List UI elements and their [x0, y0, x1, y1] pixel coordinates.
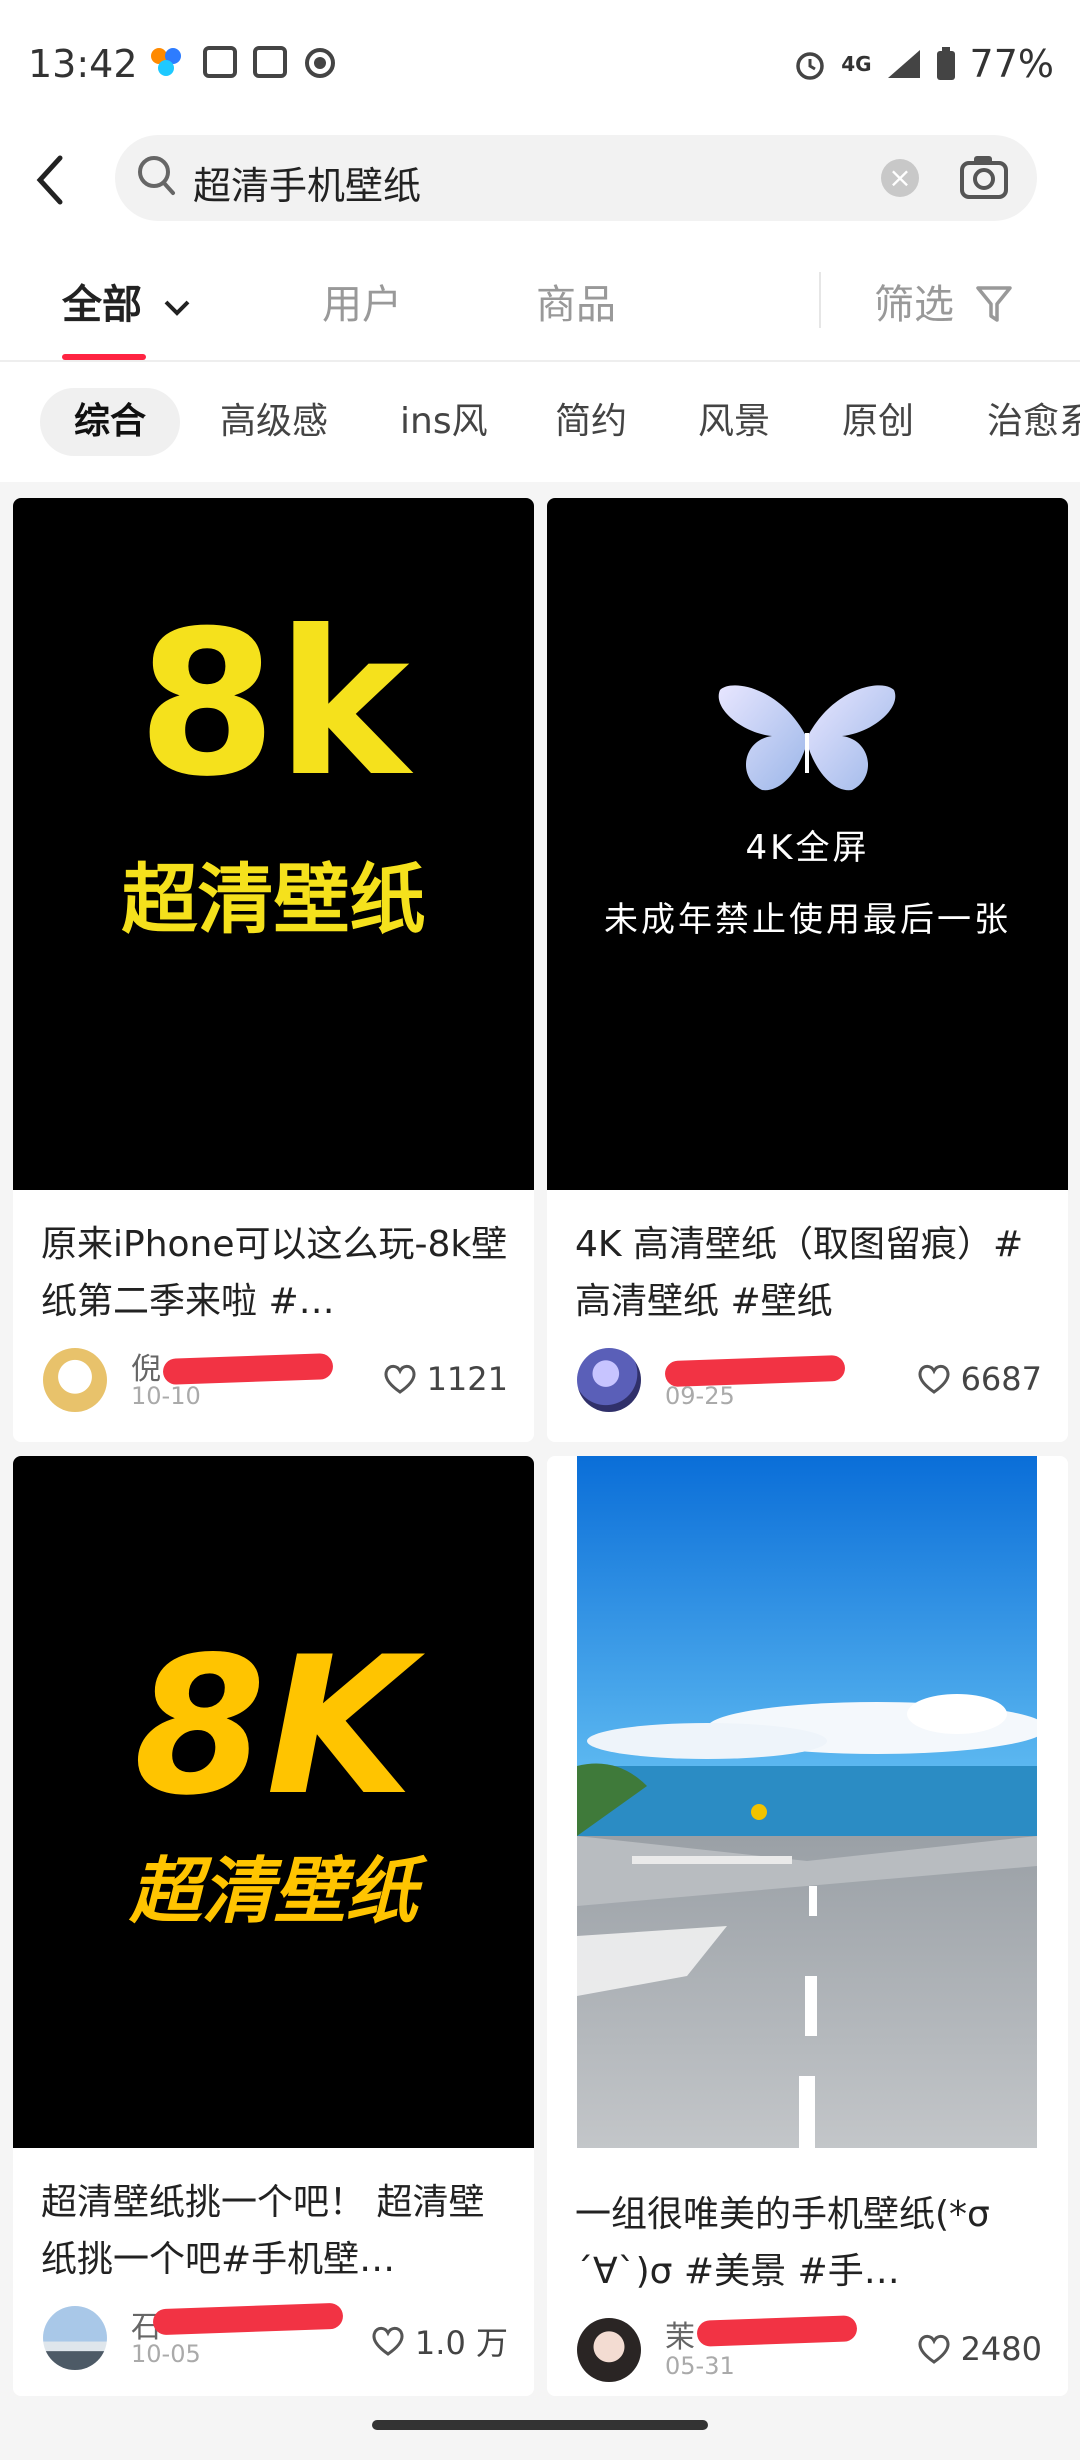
chip-comprehensive[interactable]: 综合 — [40, 388, 181, 456]
image-big-text: 8k — [137, 588, 410, 821]
post-card[interactable]: 一组很唯美的手机壁纸(*σ´∀`)σ #美景 #手… 茉 05-31 2480 — [547, 1456, 1068, 2396]
post-title: 一组很唯美的手机壁纸(*σ´∀`)σ #美景 #手… — [575, 2194, 990, 2292]
tab-divider — [819, 272, 821, 328]
redaction-mark — [696, 2315, 858, 2347]
like-button[interactable]: 2480 — [917, 2330, 1042, 2368]
like-count: 1121 — [426, 1360, 508, 1398]
post-date: 10-05 — [131, 2340, 201, 2368]
home-indicator[interactable] — [372, 2420, 708, 2430]
like-button[interactable]: 1121 — [383, 1360, 508, 1398]
image-sub-text: 超清壁纸 — [129, 1849, 418, 1933]
image-line1: 4K全屏 — [745, 828, 870, 868]
battery-icon — [936, 47, 955, 80]
post-image[interactable]: 4K全屏 未成年禁止使用最后一张 — [547, 498, 1068, 1190]
chip-premium[interactable]: 高级感 — [220, 388, 328, 456]
clear-icon[interactable]: × — [881, 159, 919, 197]
avatar[interactable] — [577, 1348, 641, 1412]
road-scenery-image — [577, 1456, 1047, 2148]
post-image[interactable]: 8k 超清壁纸 — [13, 498, 534, 1190]
chip-simple[interactable]: 简约 — [555, 388, 627, 456]
like-button[interactable]: 1.0 万 — [371, 2318, 508, 2364]
app-cluster-icon — [151, 48, 181, 76]
clock: 13:42 — [28, 42, 138, 86]
network-label: 4G — [841, 52, 872, 76]
post-card[interactable]: 8k 超清壁纸 原来iPhone可以这么玩-8k壁纸第二季来啦 #… 倪 10-… — [13, 498, 534, 1442]
record-icon — [305, 48, 335, 78]
filter-button[interactable]: 筛选 — [874, 272, 1013, 330]
alarm-icon — [796, 52, 824, 80]
like-count: 1.0 万 — [414, 2324, 508, 2362]
redaction-mark — [152, 2302, 344, 2336]
system-status: 4G 77% — [793, 42, 1054, 86]
search-icon — [138, 156, 175, 195]
redaction-mark — [162, 1353, 334, 1385]
post-title: 超清壁纸挑一个吧！ 超清壁纸挑一个吧#手机壁… — [41, 2182, 485, 2280]
image-line2: 未成年禁止使用最后一张 — [604, 900, 1011, 940]
like-count: 6687 — [960, 1360, 1042, 1398]
image-big-text: 8K — [133, 1616, 414, 1837]
heart-icon — [372, 2326, 404, 2356]
filter-icon — [975, 286, 1012, 322]
heart-icon — [918, 2334, 950, 2364]
tab-users[interactable]: 用户 — [322, 272, 402, 330]
signal-icon — [887, 50, 920, 78]
heart-icon — [384, 1364, 416, 1394]
result-tabs: 全部 用户 商品 筛选 — [0, 240, 1080, 362]
chip-scenery[interactable]: 风景 — [698, 388, 770, 456]
search-input[interactable]: 超清手机壁纸 × — [115, 135, 1037, 221]
search-query: 超清手机壁纸 — [193, 164, 422, 208]
back-arrow-icon[interactable] — [30, 150, 70, 210]
post-date: 05-31 — [665, 2352, 735, 2380]
chip-original[interactable]: 原创 — [842, 388, 914, 456]
post-title: 原来iPhone可以这么玩-8k壁纸第二季来啦 #… — [41, 1224, 508, 1322]
battery-level: 77% — [969, 42, 1054, 86]
avatar[interactable] — [43, 1348, 107, 1412]
butterfly-icon — [718, 685, 896, 791]
chip-ins-style[interactable]: ins风 — [400, 388, 488, 456]
notification-icons — [145, 46, 337, 80]
tab-products[interactable]: 商品 — [536, 272, 616, 330]
post-title: 4K 高清壁纸（取图留痕）#高清壁纸 #壁纸 — [575, 1224, 1024, 1322]
search-header: 超清手机壁纸 × — [0, 130, 1080, 240]
camera-search-icon[interactable] — [959, 153, 1009, 201]
category-chips: 综合 高级感 ins风 简约 风景 原创 治愈系 — [0, 362, 1080, 482]
like-count: 2480 — [960, 2330, 1042, 2368]
post-image[interactable] — [577, 1456, 1047, 2148]
tab-all[interactable]: 全部 — [62, 272, 192, 330]
post-image[interactable]: 8K 超清壁纸 — [13, 1456, 534, 2148]
image-sub-text: 超清壁纸 — [121, 855, 426, 944]
post-card[interactable]: 8K 超清壁纸 超清壁纸挑一个吧！ 超清壁纸挑一个吧#手机壁… 石 10-05 … — [13, 1456, 534, 2396]
post-card[interactable]: 4K全屏 未成年禁止使用最后一张 4K 高清壁纸（取图留痕）#高清壁纸 #壁纸 … — [547, 498, 1068, 1442]
grid-app-icon — [253, 46, 287, 78]
avatar[interactable] — [577, 2318, 641, 2382]
like-button[interactable]: 6687 — [917, 1360, 1042, 1398]
author-name[interactable]: 茉 — [665, 2312, 695, 2356]
message-icon — [203, 46, 237, 78]
post-date: 09-25 — [665, 1382, 735, 1410]
post-date: 10-10 — [131, 1382, 201, 1410]
status-bar: 13:42 4G 77% — [0, 0, 1080, 130]
chevron-down-icon — [164, 300, 190, 316]
chip-healing[interactable]: 治愈系 — [987, 388, 1080, 456]
active-tab-indicator — [62, 354, 146, 360]
heart-icon — [918, 1364, 950, 1394]
avatar[interactable] — [43, 2306, 107, 2370]
